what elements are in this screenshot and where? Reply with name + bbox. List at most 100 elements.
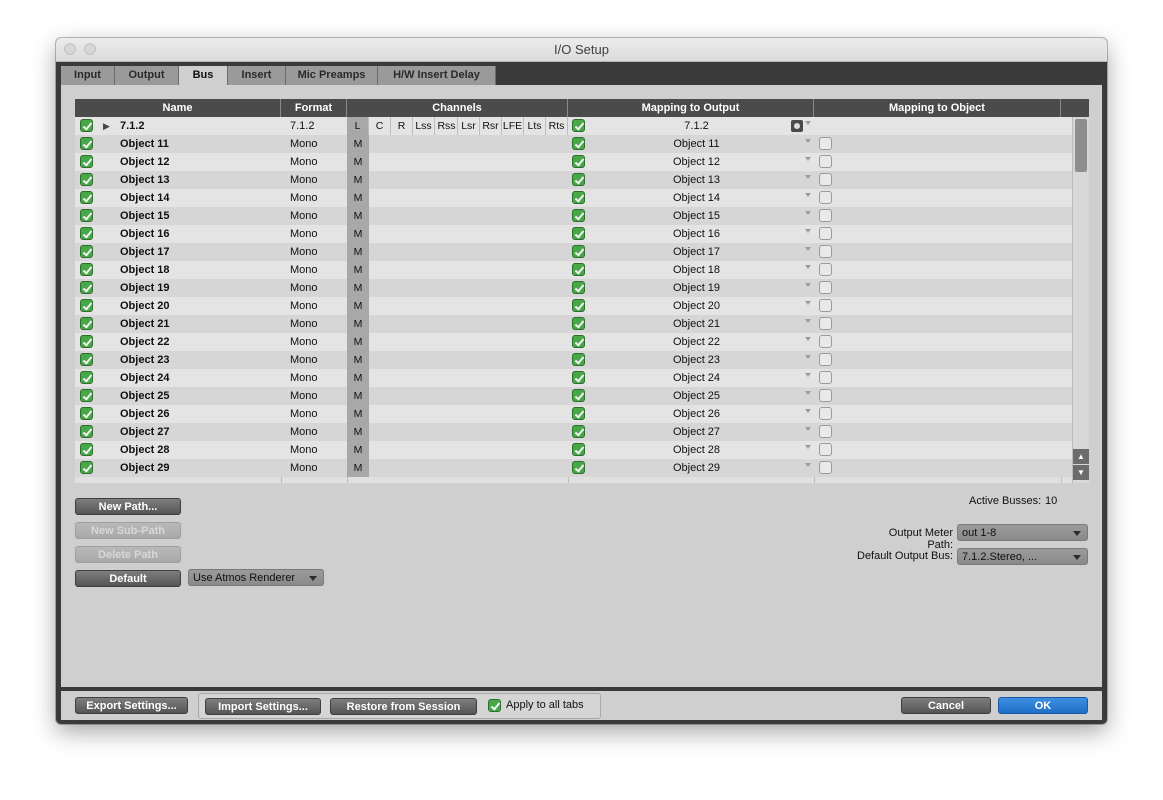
- mapping-object-checkbox[interactable]: [819, 425, 832, 438]
- mapping-output-select[interactable]: Object 24: [583, 369, 810, 387]
- table-row[interactable]: Object 12 Mono M Object 12: [75, 153, 1072, 171]
- row-enable-checkbox[interactable]: [80, 245, 93, 258]
- row-enable-checkbox[interactable]: [80, 443, 93, 456]
- row-enable-checkbox[interactable]: [80, 227, 93, 240]
- mapping-object-checkbox[interactable]: [819, 407, 832, 420]
- default-button[interactable]: Default: [75, 570, 181, 587]
- channel-assignment[interactable]: M: [347, 423, 369, 441]
- row-enable-checkbox[interactable]: [80, 317, 93, 330]
- channel-assignment[interactable]: M: [347, 387, 369, 405]
- row-enable-checkbox[interactable]: [80, 389, 93, 402]
- table-row[interactable]: Object 17 Mono M Object 17: [75, 243, 1072, 261]
- mapping-object-checkbox[interactable]: [819, 389, 832, 402]
- channel-assignment[interactable]: M: [347, 405, 369, 423]
- table-row[interactable]: Object 22 Mono M Object 22: [75, 333, 1072, 351]
- tab-insert[interactable]: Insert: [228, 66, 286, 85]
- table-row-parent[interactable]: ▶ 7.1.2 7.1.2 L C R Lss Rss Lsr Rsr LFE Lts Rts 7.1.2: [75, 117, 1072, 135]
- row-enable-checkbox[interactable]: [80, 371, 93, 384]
- channel-assignment[interactable]: M: [347, 441, 369, 459]
- tab-input[interactable]: Input: [61, 66, 115, 85]
- channel-assignment[interactable]: M: [347, 189, 369, 207]
- mapping-output-select[interactable]: Object 11: [583, 135, 810, 153]
- mapping-object-checkbox[interactable]: [819, 317, 832, 330]
- channel-assignment[interactable]: M: [347, 171, 369, 189]
- mapping-output-select[interactable]: Object 25: [583, 387, 810, 405]
- mapping-output-select[interactable]: Object 21: [583, 315, 810, 333]
- new-sub-path-button[interactable]: New Sub-Path: [75, 522, 181, 539]
- channel-assignment[interactable]: M: [347, 333, 369, 351]
- table-row[interactable]: Object 20 Mono M Object 20: [75, 297, 1072, 315]
- mapping-object-checkbox[interactable]: [819, 191, 832, 204]
- restore-from-session-button[interactable]: Restore from Session: [330, 698, 477, 715]
- speaker-icon[interactable]: [791, 120, 803, 132]
- mapping-object-checkbox[interactable]: [819, 155, 832, 168]
- row-enable-checkbox[interactable]: [80, 155, 93, 168]
- ok-button[interactable]: OK: [998, 697, 1088, 714]
- row-enable-checkbox[interactable]: [80, 335, 93, 348]
- mapping-object-checkbox[interactable]: [819, 245, 832, 258]
- channel-assignment[interactable]: M: [347, 207, 369, 225]
- channel-assignment[interactable]: M: [347, 225, 369, 243]
- channel-assignment[interactable]: M: [347, 315, 369, 333]
- mapping-object-checkbox[interactable]: [819, 299, 832, 312]
- scroll-thumb[interactable]: [1075, 119, 1087, 172]
- tab-bus[interactable]: Bus: [179, 66, 228, 85]
- table-row[interactable]: Object 28 Mono M Object 28: [75, 441, 1072, 459]
- apply-to-all-tabs-checkbox[interactable]: [488, 699, 501, 712]
- table-row[interactable]: Object 21 Mono M Object 21: [75, 315, 1072, 333]
- mapping-output-select[interactable]: Object 23: [583, 351, 810, 369]
- mapping-object-checkbox[interactable]: [819, 263, 832, 276]
- mapping-output-select[interactable]: Object 20: [583, 297, 810, 315]
- row-enable-checkbox[interactable]: [80, 137, 93, 150]
- table-row[interactable]: Object 23 Mono M Object 23: [75, 351, 1072, 369]
- table-row[interactable]: Object 16 Mono M Object 16: [75, 225, 1072, 243]
- table-row[interactable]: Object 25 Mono M Object 25: [75, 387, 1072, 405]
- channel-assignment[interactable]: M: [347, 459, 369, 477]
- channel-assignment[interactable]: M: [347, 153, 369, 171]
- channel-assignment[interactable]: M: [347, 279, 369, 297]
- tab-mic-preamps[interactable]: Mic Preamps: [286, 66, 378, 85]
- triangle-right-icon[interactable]: ▶: [103, 117, 110, 135]
- mapping-object-checkbox[interactable]: [819, 173, 832, 186]
- table-row[interactable]: Object 18 Mono M Object 18: [75, 261, 1072, 279]
- mapping-output-select[interactable]: Object 27: [583, 423, 810, 441]
- mapping-object-checkbox[interactable]: [819, 281, 832, 294]
- mapping-object-checkbox[interactable]: [819, 371, 832, 384]
- channel-assignment[interactable]: M: [347, 369, 369, 387]
- mapping-object-checkbox[interactable]: [819, 353, 832, 366]
- vertical-scrollbar[interactable]: ▲ ▼: [1072, 117, 1089, 483]
- mapping-output-select[interactable]: Object 16: [583, 225, 810, 243]
- channel-assignment[interactable]: M: [347, 351, 369, 369]
- renderer-select[interactable]: Use Atmos Renderer: [188, 569, 324, 586]
- row-enable-checkbox[interactable]: [80, 353, 93, 366]
- mapping-output-select[interactable]: Object 14: [583, 189, 810, 207]
- row-enable-checkbox[interactable]: [80, 425, 93, 438]
- mapping-object-checkbox[interactable]: [819, 461, 832, 474]
- mapping-output-select[interactable]: Object 19: [583, 279, 810, 297]
- table-row[interactable]: Object 26 Mono M Object 26: [75, 405, 1072, 423]
- default-output-bus-select[interactable]: 7.1.2.Stereo, ...: [957, 548, 1088, 565]
- table-row[interactable]: Object 13 Mono M Object 13: [75, 171, 1072, 189]
- row-enable-checkbox[interactable]: [80, 119, 93, 132]
- row-enable-checkbox[interactable]: [80, 299, 93, 312]
- table-row[interactable]: Object 14 Mono M Object 14: [75, 189, 1072, 207]
- mapping-output-select[interactable]: Object 29: [583, 459, 810, 477]
- mapping-object-checkbox[interactable]: [819, 227, 832, 240]
- mapping-object-checkbox[interactable]: [819, 209, 832, 222]
- mapping-output-select[interactable]: Object 18: [583, 261, 810, 279]
- row-enable-checkbox[interactable]: [80, 407, 93, 420]
- scroll-up-arrow-icon[interactable]: ▲: [1073, 449, 1089, 464]
- export-settings-button[interactable]: Export Settings...: [75, 697, 188, 714]
- channel-assignment[interactable]: M: [347, 243, 369, 261]
- tab-output[interactable]: Output: [115, 66, 179, 85]
- row-enable-checkbox[interactable]: [80, 173, 93, 186]
- output-meter-path-select[interactable]: out 1-8: [957, 524, 1088, 541]
- mapping-output-select[interactable]: 7.1.2: [583, 117, 810, 135]
- tab-hw-insert-delay[interactable]: H/W Insert Delay: [378, 66, 496, 85]
- channel-assignment[interactable]: M: [347, 135, 369, 153]
- table-row[interactable]: Object 15 Mono M Object 15: [75, 207, 1072, 225]
- mapping-object-checkbox[interactable]: [819, 335, 832, 348]
- row-enable-checkbox[interactable]: [80, 263, 93, 276]
- mapping-output-select[interactable]: Object 17: [583, 243, 810, 261]
- table-row[interactable]: Object 11 Mono M Object 11: [75, 135, 1072, 153]
